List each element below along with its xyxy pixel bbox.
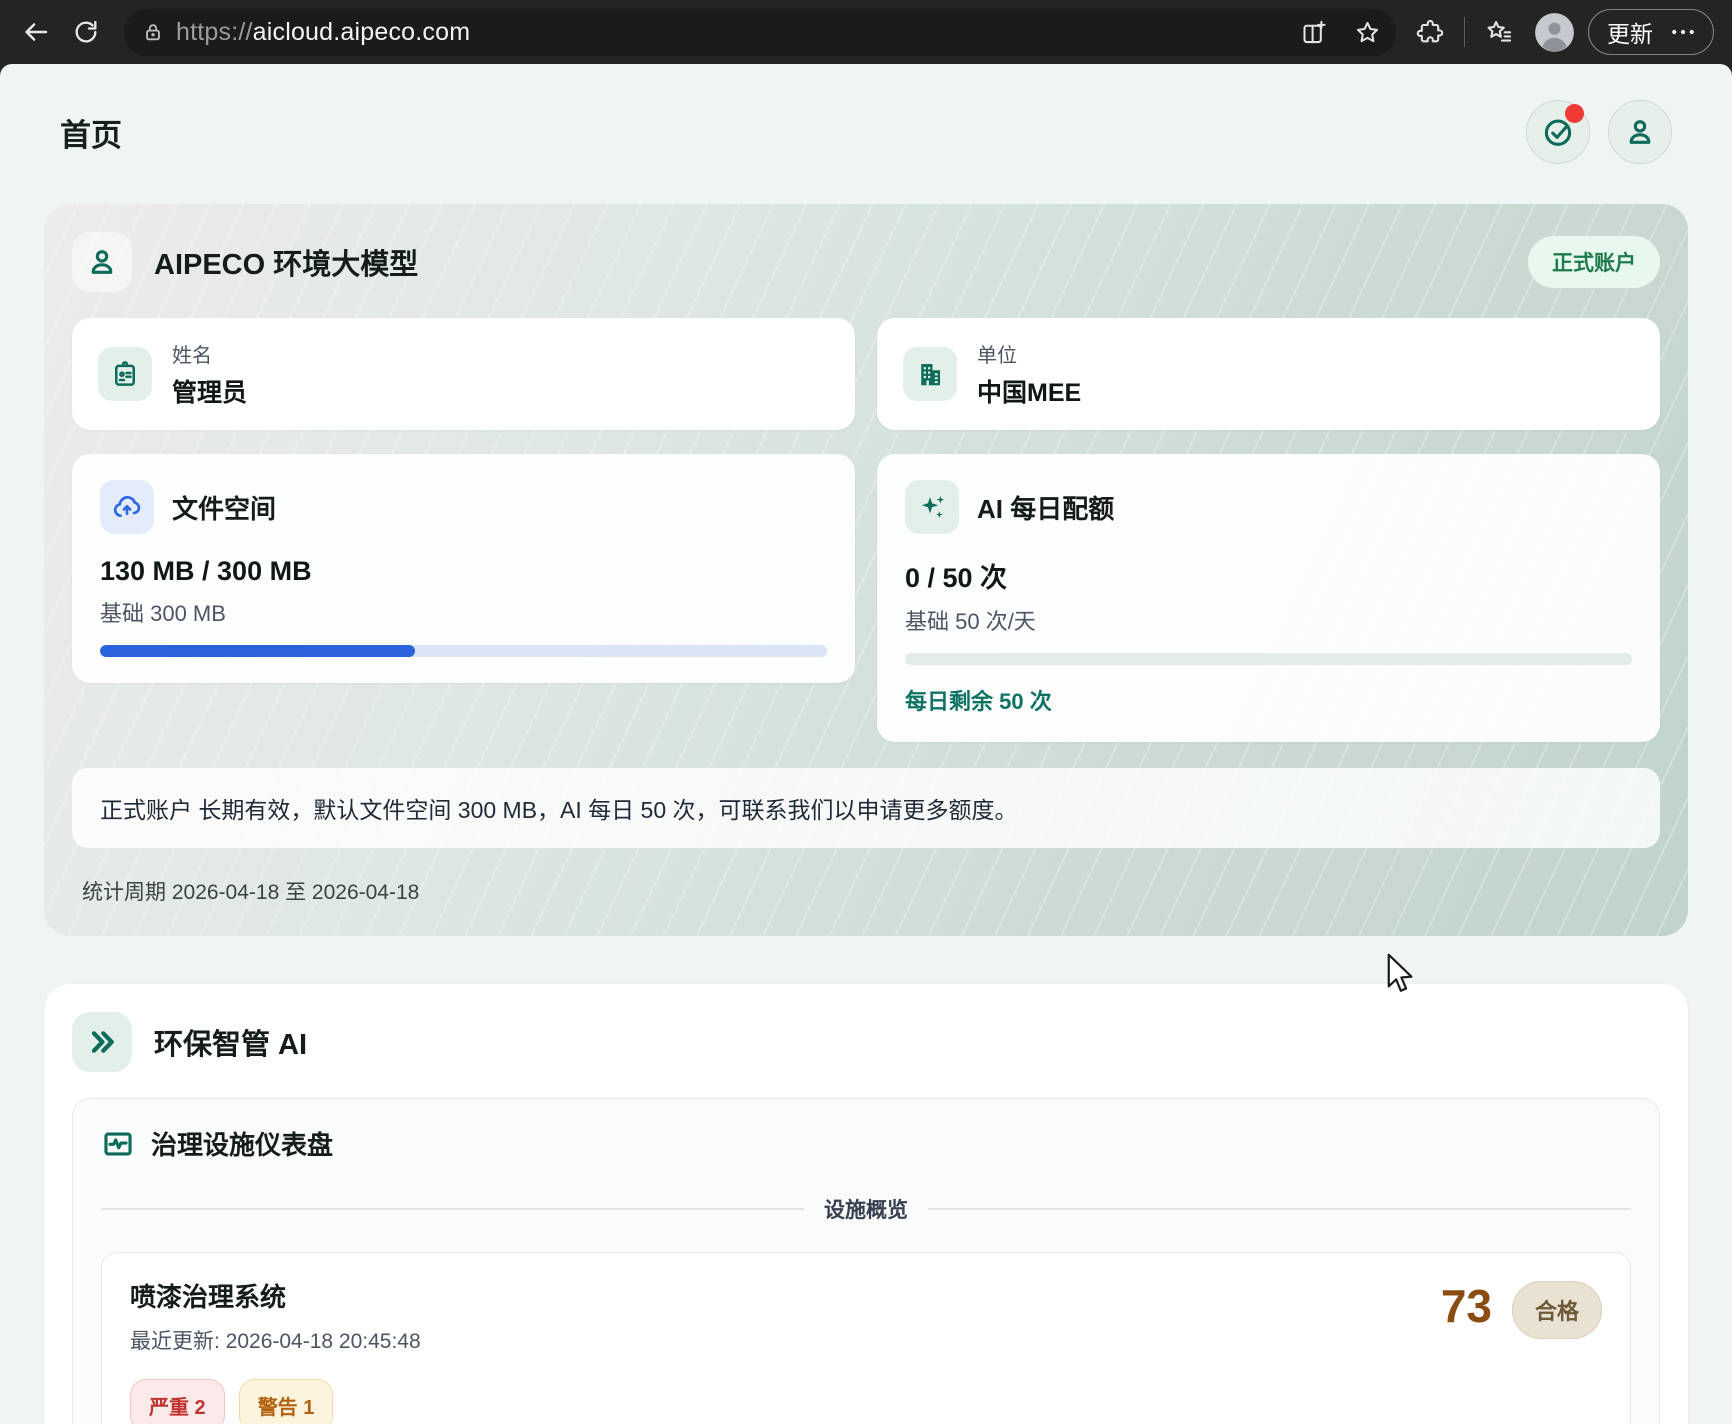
monitor-pulse-icon [101,1127,135,1161]
org-icon-tile [903,347,957,401]
org-field-card: 单位 中国MEE [877,318,1660,430]
facility-dashboard-card: 治理设施仪表盘 设施概览 喷漆治理系统 最近更新: 2026-04-18 20:… [72,1098,1660,1424]
dashboard-header: 治理设施仪表盘 [101,1125,1631,1162]
storage-title: 文件空间 [172,489,276,526]
toolbar-divider [1464,17,1465,47]
critical-badge: 严重 2 [130,1379,225,1424]
address-bar[interactable]: https://aicloud.aipeco.com [124,9,1396,56]
facility-status-badge: 合格 [1512,1281,1602,1339]
name-value: 管理员 [172,373,247,409]
facility-name: 喷漆治理系统 [130,1277,421,1314]
id-badge-icon [110,359,140,389]
name-label: 姓名 [172,339,247,368]
storage-progress-fill [100,645,415,657]
quota-progress-track [905,653,1632,665]
url-text: https://aicloud.aipeco.com [176,18,470,47]
ai-icon-tile [72,1012,132,1072]
facility-score: 73 [1441,1281,1492,1332]
browser-toolbar: https://aicloud.aipeco.com 更新 [0,0,1732,64]
account-notice: 正式账户 长期有效，默认文件空间 300 MB，AI 每日 50 次，可联系我们… [72,768,1660,848]
page-content: 首页 AIPECO 环境大模型 正式账户 [0,64,1732,1424]
lock-icon [142,21,164,43]
browser-profile-avatar[interactable] [1535,13,1574,52]
ai-section-header: 环保智管 AI [72,1012,1660,1072]
facility-score-group: 73 合格 [1441,1277,1602,1424]
storage-usage: 130 MB / 300 MB [100,556,827,587]
update-label: 更新 [1607,15,1653,49]
quota-base: 基础 50 次/天 [905,604,1632,636]
cloud-upload-icon [111,491,143,523]
storage-progress-track [100,645,827,657]
divider-line-left [101,1208,804,1210]
page-title: 首页 [60,110,122,155]
storage-card-header: 文件空间 [100,480,827,534]
notification-dot [1565,104,1584,123]
overview-divider: 设施概览 [101,1194,1631,1224]
back-button[interactable] [14,10,58,54]
header-actions [1526,100,1672,164]
org-field-text: 单位 中国MEE [977,339,1081,409]
account-title: AIPECO 环境大模型 [154,241,1506,283]
puzzle-icon [1416,18,1444,46]
url-host: aicloud.aipeco.com [253,18,471,46]
ai-section-title: 环保智管 AI [154,1021,307,1063]
user-icon [85,245,119,279]
facility-badges: 严重 2 警告 1 [130,1379,421,1424]
name-icon-tile [98,347,152,401]
tasks-status-button[interactable] [1526,100,1590,164]
refresh-icon [72,18,100,46]
quota-remaining: 每日剩余 50 次 [905,684,1632,716]
org-label: 单位 [977,339,1081,368]
name-field-card: 姓名 管理员 [72,318,855,430]
browser-update-menu[interactable]: 更新 [1588,9,1714,55]
stats-period: 统计周期 2026-04-18 至 2026-04-18 [72,872,1660,908]
url-scheme: https:// [176,18,253,46]
double-chevron-right-icon [86,1026,118,1058]
split-screen-button[interactable] [1292,11,1334,53]
storage-icon-tile [100,480,154,534]
quota-title: AI 每日配额 [977,489,1114,526]
facility-info: 喷漆治理系统 最近更新: 2026-04-18 20:45:48 严重 2 警告… [130,1277,421,1424]
back-arrow-icon [21,17,51,47]
overview-label: 设施概览 [824,1194,908,1224]
facility-updated: 最近更新: 2026-04-18 20:45:48 [130,1325,421,1355]
account-card-header: AIPECO 环境大模型 正式账户 [72,232,1660,292]
more-options-icon[interactable] [1669,18,1697,46]
account-icon-tile [72,232,132,292]
ai-section-card: 环保智管 AI 治理设施仪表盘 设施概览 喷漆治理系统 最近更新: 2026-0… [44,984,1688,1424]
quota-icon-tile [905,480,959,534]
star-icon [1354,19,1381,46]
account-stats: 文件空间 130 MB / 300 MB 基础 300 MB AI 每日配额 [72,454,1660,742]
page-header: 首页 [60,100,1672,164]
account-fields: 姓名 管理员 单位 中国MEE [72,318,1660,430]
profile-button[interactable] [1608,100,1672,164]
favorites-list-button[interactable] [1477,10,1521,54]
warning-badge: 警告 1 [239,1379,334,1424]
extensions-button[interactable] [1408,10,1452,54]
quota-usage: 0 / 50 次 [905,556,1632,595]
avatar-person-icon [1535,13,1574,52]
account-card: AIPECO 环境大模型 正式账户 姓名 管理员 [44,204,1688,936]
quota-card: AI 每日配额 0 / 50 次 基础 50 次/天 每日剩余 50 次 [877,454,1660,742]
building-icon [915,359,945,389]
star-list-icon [1485,18,1513,46]
account-type-badge: 正式账户 [1528,236,1660,288]
storage-base: 基础 300 MB [100,596,827,628]
storage-card: 文件空间 130 MB / 300 MB 基础 300 MB [72,454,855,683]
org-value: 中国MEE [977,373,1081,409]
facility-card[interactable]: 喷漆治理系统 最近更新: 2026-04-18 20:45:48 严重 2 警告… [101,1252,1631,1424]
favorite-star-button[interactable] [1346,11,1388,53]
person-icon [1623,115,1657,149]
dashboard-title: 治理设施仪表盘 [151,1125,333,1162]
sparkles-icon [916,491,948,523]
name-field-text: 姓名 管理员 [172,339,247,409]
refresh-button[interactable] [64,10,108,54]
quota-card-header: AI 每日配额 [905,480,1632,534]
grid-plus-icon [1300,19,1327,46]
divider-line-right [928,1208,1631,1210]
